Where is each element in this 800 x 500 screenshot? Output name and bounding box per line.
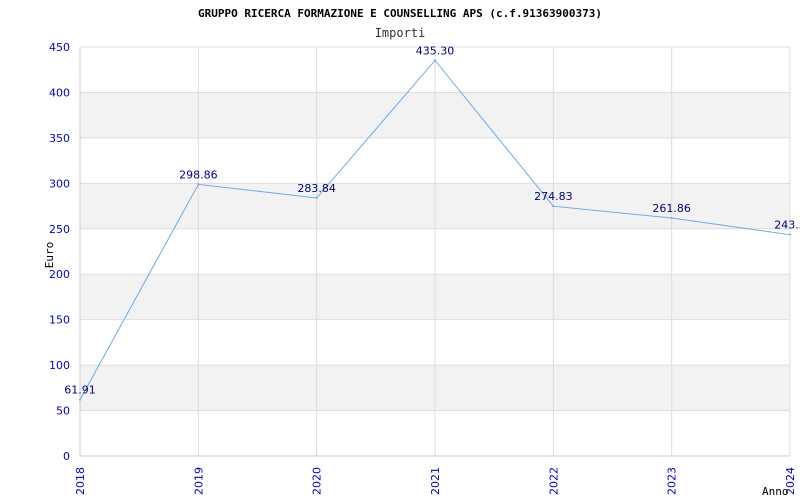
y-axis-label: Euro [43, 242, 56, 269]
y-tick-label: 450 [49, 41, 70, 54]
x-tick-label: 2018 [74, 467, 87, 495]
data-point [552, 205, 555, 208]
x-tick-label: 2019 [192, 467, 205, 495]
y-tick-label: 0 [63, 450, 70, 463]
x-tick-label: 2022 [547, 467, 560, 495]
y-tick-label: 350 [49, 132, 70, 145]
y-tick-label: 400 [49, 86, 70, 99]
data-point [670, 216, 673, 219]
y-tick-label: 50 [56, 405, 70, 418]
y-tick-label: 100 [49, 359, 70, 372]
x-axis-label: Anno [762, 485, 789, 498]
y-tick-label: 300 [49, 177, 70, 190]
data-label: 435.30 [416, 44, 455, 57]
data-point [789, 233, 791, 236]
x-tick-label: 2020 [311, 467, 324, 495]
data-point [434, 59, 436, 62]
line-chart: 0 50 100 150 200 250 300 350 400 450 2018 2019 2020… [43, 7, 800, 498]
data-point [79, 398, 81, 401]
data-point [197, 183, 200, 186]
y-tick-label: 250 [49, 223, 70, 236]
x-tick-label: 2021 [429, 467, 442, 495]
data-label: 61.91 [64, 384, 96, 397]
data-label: 298.86 [179, 168, 218, 181]
data-label: 243.5 [774, 219, 800, 232]
x-tick-label: 2023 [666, 467, 679, 495]
chart-subtitle: Importi [375, 26, 426, 40]
data-label: 261.86 [652, 202, 691, 215]
y-tick-label: 200 [49, 268, 70, 281]
chart-title: GRUPPO RICERCA FORMAZIONE E COUNSELLING … [198, 7, 602, 20]
data-label: 283.84 [297, 182, 336, 195]
x-ticks: 2018 2019 2020 2021 2022 2023 2024 [74, 467, 797, 495]
data-point [315, 197, 318, 200]
data-label: 274.83 [534, 190, 573, 203]
y-tick-label: 150 [49, 314, 70, 327]
